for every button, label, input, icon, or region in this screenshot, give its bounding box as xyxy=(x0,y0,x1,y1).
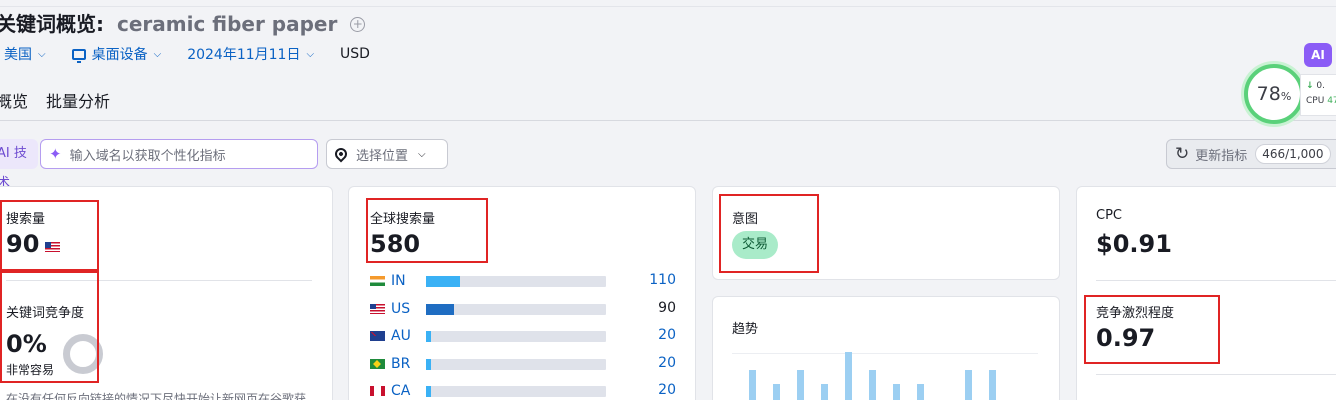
country-share-bar xyxy=(426,331,606,342)
au-flag-icon xyxy=(370,331,385,341)
country-volume-value: 20 xyxy=(658,327,676,343)
cpu-percent: 78% xyxy=(1256,83,1292,105)
country-filter[interactable]: 美国 ⌵ xyxy=(0,44,46,64)
country-code: IN xyxy=(391,273,406,289)
annotation-box xyxy=(0,271,99,383)
trend-bar xyxy=(869,370,876,400)
cpu-details: ↓ 0. CPU 47 xyxy=(1300,74,1336,116)
country-share-bar xyxy=(426,276,606,287)
trend-bar xyxy=(773,384,780,400)
page-title: 关键词概览: ceramic fiber paper + xyxy=(0,8,366,37)
trend-bar xyxy=(917,384,924,400)
add-keyword-icon[interactable]: + xyxy=(350,17,366,32)
date-filter[interactable]: 2024年11月11日 ⌵ xyxy=(187,44,314,64)
card-divider xyxy=(1096,280,1336,281)
annotation-box xyxy=(0,200,99,271)
country-code: BR xyxy=(391,355,411,372)
cpc-label: CPC xyxy=(1096,208,1122,223)
trend-bar xyxy=(821,384,828,400)
monitor-icon xyxy=(71,48,86,63)
country-share-fill xyxy=(426,276,461,287)
country-share-fill xyxy=(426,331,432,342)
tab-bar: 概览 批量分析 xyxy=(0,88,128,112)
annotation-box xyxy=(366,198,488,263)
trend-card xyxy=(712,296,1060,400)
country-share-bar xyxy=(426,358,606,370)
domain-input-placeholder: 输入域名以获取个性化指标 xyxy=(69,148,226,164)
in-flag-icon xyxy=(370,276,385,286)
tab-overview[interactable]: 概览 xyxy=(0,88,28,112)
currency-label: USD xyxy=(340,46,370,62)
country-row-ca[interactable]: CA xyxy=(370,382,425,400)
country-code: CA xyxy=(391,383,411,399)
country-share-bar xyxy=(426,303,606,315)
cpu-label: CPU xyxy=(1306,96,1325,106)
refresh-count-badge: 466/1,000 xyxy=(1255,144,1331,164)
cpc-value: $0.91 xyxy=(1096,230,1172,258)
cpu-speed: 0. xyxy=(1316,81,1326,91)
country-volume-value: 20 xyxy=(658,382,676,398)
country-row-au[interactable]: AU xyxy=(370,327,425,345)
trend-bar xyxy=(965,370,972,400)
trend-bar xyxy=(797,370,804,400)
cpu-value: 47 xyxy=(1327,96,1336,106)
arrow-down-icon: ↓ xyxy=(1306,81,1314,91)
trend-bar xyxy=(893,384,900,400)
country-row-br[interactable]: BR xyxy=(370,355,425,373)
trend-gridline xyxy=(732,353,1038,354)
trend-bar xyxy=(845,352,852,400)
refresh-icon: ↻ xyxy=(1175,144,1190,164)
device-filter-label: 桌面设备 xyxy=(91,47,148,63)
country-code: US xyxy=(391,300,411,317)
chevron-down-icon: ⌵ xyxy=(418,148,426,160)
location-select[interactable]: 选择位置 ⌵ xyxy=(326,139,448,169)
ai-assistant-button[interactable]: AI xyxy=(1304,43,1332,67)
title-prefix: 关键词概览: xyxy=(0,12,104,36)
trend-bar xyxy=(749,370,756,400)
country-code: AU xyxy=(391,328,411,344)
date-filter-label: 2024年11月11日 xyxy=(187,47,301,63)
country-row-in[interactable]: IN xyxy=(370,272,425,290)
domain-input[interactable]: ✦ 输入域名以获取个性化指标 xyxy=(40,139,318,169)
tab-bulk-analysis[interactable]: 批量分析 xyxy=(46,88,110,112)
country-row-us[interactable]: US xyxy=(370,300,425,318)
chevron-down-icon: ⌵ xyxy=(306,48,315,60)
trend-label: 趋势 xyxy=(732,322,759,337)
tab-divider xyxy=(0,120,1336,121)
filter-bar: 美国 ⌵ 桌面设备 ⌵ 2024年11月11日 ⌵ USD xyxy=(0,44,396,64)
top-divider xyxy=(0,6,1336,7)
ca-flag-icon xyxy=(370,386,385,396)
br-flag-icon xyxy=(370,358,385,369)
country-volume-value: 20 xyxy=(658,354,676,371)
difficulty-footnote: 在没有任何反向链接的情况下尽快开始让新网页在谷歌获 xyxy=(6,392,307,400)
cpu-usage-widget[interactable]: 78% xyxy=(1244,64,1304,124)
annotation-box xyxy=(719,194,819,273)
country-volume-value: 110 xyxy=(649,272,676,288)
card-divider xyxy=(1096,374,1336,375)
us-flag-icon xyxy=(370,303,385,314)
ai-tech-label: AI 技术 xyxy=(0,139,38,191)
keyword-text: ceramic fiber paper xyxy=(116,12,338,36)
refresh-metrics-button[interactable]: ↻ 更新指标 466/1,000 xyxy=(1166,139,1336,169)
refresh-label: 更新指标 xyxy=(1195,148,1248,164)
trend-bar xyxy=(989,370,996,400)
location-pin-icon xyxy=(332,145,350,163)
country-share-fill xyxy=(426,358,432,370)
chevron-down-icon: ⌵ xyxy=(153,48,162,60)
country-share-fill xyxy=(426,303,454,315)
chevron-down-icon: ⌵ xyxy=(38,48,46,60)
country-share-fill xyxy=(426,386,432,397)
device-filter[interactable]: 桌面设备 ⌵ xyxy=(71,44,162,64)
sparkle-icon: ✦ xyxy=(49,145,62,163)
annotation-box xyxy=(1084,295,1220,364)
country-volume-value: 90 xyxy=(658,299,676,316)
location-select-label: 选择位置 xyxy=(356,148,409,164)
country-filter-label: 美国 xyxy=(4,47,32,63)
country-share-bar xyxy=(426,386,606,397)
